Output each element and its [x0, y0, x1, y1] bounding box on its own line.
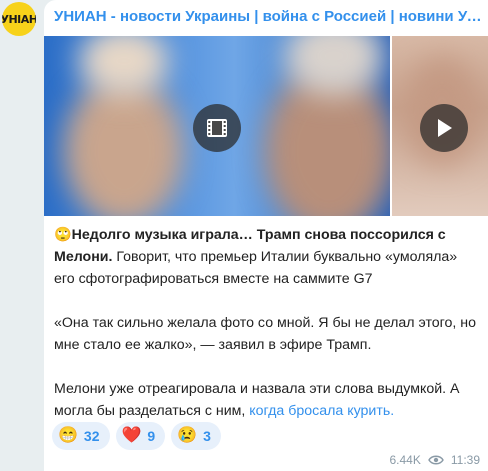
- heart-emoji-icon: ❤️: [121, 427, 142, 444]
- channel-avatar[interactable]: УНІАН: [2, 2, 36, 36]
- post-paragraph-3: Мелони уже отреагировала и назвала эти с…: [54, 378, 479, 422]
- reaction-count: 9: [147, 428, 156, 444]
- reaction-count: 3: [203, 428, 211, 444]
- post-line1-rest: Говорит, что премьер Италии буквально «у…: [54, 249, 458, 287]
- post-link[interactable]: когда бросала курить.: [249, 403, 394, 419]
- reactions-bar: 😁 32 ❤️ 9 😢 3: [52, 422, 221, 450]
- video-thumbnail-side[interactable]: [392, 36, 488, 216]
- reaction-heart[interactable]: ❤️ 9: [115, 422, 166, 450]
- video-icon-button[interactable]: [193, 104, 241, 152]
- avatar-logo-text: УНІАН: [2, 12, 36, 26]
- grin-emoji-icon: 😁: [58, 427, 78, 444]
- eye-icon: [428, 455, 444, 465]
- play-button[interactable]: [420, 104, 468, 152]
- view-count: 6.44K: [389, 453, 421, 467]
- crying-emoji-icon: 😢: [177, 427, 198, 444]
- reaction-grin[interactable]: 😁 32: [52, 422, 110, 450]
- video-thumbnail-main[interactable]: [44, 36, 390, 216]
- message-bubble: УНИАН - новости Украины | война с Россие…: [44, 0, 488, 471]
- post-paragraph-1: 🙄Недолго музыка играла… Трамп снова посс…: [54, 224, 479, 290]
- post-text: 🙄Недолго музыка играла… Трамп снова посс…: [54, 224, 479, 444]
- reaction-cry[interactable]: 😢 3: [171, 422, 221, 450]
- reaction-count: 32: [83, 428, 100, 444]
- rolling-eyes-emoji: 🙄: [54, 227, 72, 243]
- message-time: 11:39: [450, 453, 480, 467]
- play-icon: [438, 119, 452, 137]
- post-paragraph-2: «Она так сильно желала фото со мной. Я б…: [54, 315, 477, 353]
- film-strip-icon: [207, 119, 227, 137]
- message-meta: 6.44K 11:39: [390, 453, 481, 467]
- channel-title[interactable]: УНИАН - новости Украины | война с Россие…: [54, 8, 484, 25]
